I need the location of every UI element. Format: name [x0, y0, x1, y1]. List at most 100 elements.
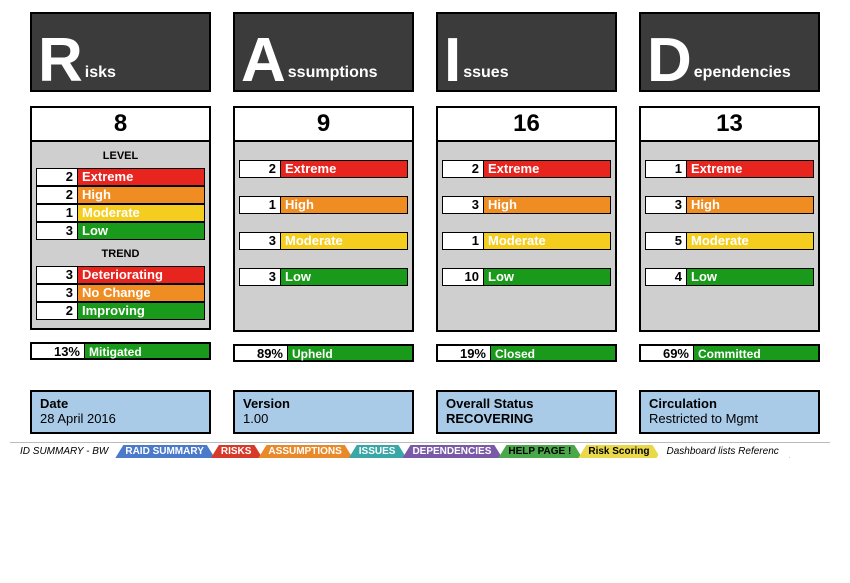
spacer	[645, 220, 814, 226]
level-num: 2	[37, 303, 77, 319]
level-num: 3	[646, 197, 686, 213]
info-version: Version 1.00	[233, 390, 414, 434]
header-big-a: A	[241, 38, 286, 85]
status-pct: 13%	[32, 344, 84, 358]
header-rest-d: ependencies	[694, 64, 791, 84]
level-num: 3	[37, 223, 77, 239]
info-value: RECOVERING	[446, 411, 607, 426]
level-label: Low	[483, 269, 610, 285]
tab-help-page[interactable]: HELP PAGE !	[498, 445, 582, 458]
spacer	[239, 148, 408, 154]
header-rest-i: ssues	[463, 64, 508, 84]
level-num: 2	[443, 161, 483, 177]
level-label: High	[483, 197, 610, 213]
spacer	[239, 292, 408, 322]
header-assumptions: A ssumptions	[233, 12, 414, 92]
issues-level-moderate: 1 Moderate	[442, 232, 611, 250]
col-risks: R isks 8 LEVEL 2 Extreme 2 High 1 Modera…	[30, 12, 211, 362]
level-num: 5	[646, 233, 686, 249]
risks-trend-improving: 2 Improving	[36, 302, 205, 320]
spacer	[239, 220, 408, 226]
level-label: High	[686, 197, 813, 213]
level-label: Extreme	[686, 161, 813, 177]
spacer	[442, 220, 611, 226]
panel-assumptions: 2 Extreme 1 High 3 Moderate 3 Low	[233, 142, 414, 332]
spacer	[645, 292, 814, 322]
level-label: High	[77, 187, 204, 203]
status-risks: 13% Mitigated	[30, 342, 211, 360]
level-label: Deteriorating	[77, 267, 204, 283]
issues-level-high: 3 High	[442, 196, 611, 214]
spacer	[442, 292, 611, 322]
label-trend: TREND	[36, 248, 205, 260]
level-label: High	[280, 197, 407, 213]
col-assumptions: A ssumptions 9 2 Extreme 1 High 3 Modera…	[233, 12, 414, 362]
spacer	[645, 184, 814, 190]
header-big-i: I	[444, 38, 461, 85]
level-num: 1	[443, 233, 483, 249]
count-issues: 16	[436, 106, 617, 142]
dependencies-level-low: 4 Low	[645, 268, 814, 286]
assumptions-level-moderate: 3 Moderate	[239, 232, 408, 250]
tab-id-summary-bw[interactable]: ID SUMMARY - BW	[10, 445, 119, 458]
level-num: 3	[240, 233, 280, 249]
tab-assumptions[interactable]: ASSUMPTIONS	[258, 445, 352, 458]
header-rest-r: isks	[85, 64, 116, 84]
status-label: Closed	[490, 346, 615, 360]
info-label: Overall Status	[446, 396, 607, 411]
status-assumptions: 89% Upheld	[233, 344, 414, 362]
level-num: 2	[37, 187, 77, 203]
info-row: Date 28 April 2016 Version 1.00 Overall …	[30, 390, 820, 434]
spacer	[645, 148, 814, 154]
info-circulation: Circulation Restricted to Mgmt	[639, 390, 820, 434]
count-risks: 8	[30, 106, 211, 142]
spacer	[442, 256, 611, 262]
info-label: Date	[40, 396, 201, 411]
tab-raid-summary[interactable]: RAID SUMMARY	[115, 445, 215, 458]
risks-trend-deteriorating: 3 Deteriorating	[36, 266, 205, 284]
level-num: 2	[240, 161, 280, 177]
status-pct: 19%	[438, 346, 490, 360]
header-big-d: D	[647, 38, 692, 85]
sheet-tabs: ID SUMMARY - BW RAID SUMMARY RISKS ASSUM…	[10, 442, 830, 458]
header-dependencies: D ependencies	[639, 12, 820, 92]
level-num: 1	[646, 161, 686, 177]
count-assumptions: 9	[233, 106, 414, 142]
level-num: 3	[37, 267, 77, 283]
risks-level-high: 2 High	[36, 186, 205, 204]
panel-risks: LEVEL 2 Extreme 2 High 1 Moderate 3 Low …	[30, 142, 211, 330]
assumptions-level-high: 1 High	[239, 196, 408, 214]
spacer	[645, 256, 814, 262]
tab-dashboard-lists[interactable]: Dashboard lists Referenc	[656, 445, 789, 458]
info-label: Version	[243, 396, 404, 411]
tab-issues[interactable]: ISSUES	[349, 445, 407, 458]
dependencies-level-high: 3 High	[645, 196, 814, 214]
level-label: Moderate	[77, 205, 204, 221]
level-num: 10	[443, 269, 483, 285]
risks-level-low: 3 Low	[36, 222, 205, 240]
header-rest-a: ssumptions	[288, 64, 378, 84]
dependencies-level-extreme: 1 Extreme	[645, 160, 814, 178]
label-level: LEVEL	[36, 150, 205, 162]
panel-dependencies: 1 Extreme 3 High 5 Moderate 4 Low	[639, 142, 820, 332]
tab-dependencies[interactable]: DEPENDENCIES	[402, 445, 502, 458]
spacer	[442, 184, 611, 190]
risks-trend-nochange: 3 No Change	[36, 284, 205, 302]
header-issues: I ssues	[436, 12, 617, 92]
level-label: Low	[280, 269, 407, 285]
level-num: 3	[443, 197, 483, 213]
col-dependencies: D ependencies 1 3 1 Extreme 3 High 5 Mode…	[639, 12, 820, 362]
tab-risk-scoring[interactable]: Risk Scoring	[578, 445, 660, 458]
level-label: Improving	[77, 303, 204, 319]
spacer	[442, 148, 611, 154]
issues-level-low: 10 Low	[442, 268, 611, 286]
risks-level-moderate: 1 Moderate	[36, 204, 205, 222]
tab-risks[interactable]: RISKS	[211, 445, 263, 458]
status-label: Mitigated	[84, 344, 209, 358]
level-num: 2	[37, 169, 77, 185]
risks-level-extreme: 2 Extreme	[36, 168, 205, 186]
info-value: 28 April 2016	[40, 411, 201, 426]
status-pct: 89%	[235, 346, 287, 360]
level-label: Low	[77, 223, 204, 239]
level-label: Moderate	[280, 233, 407, 249]
